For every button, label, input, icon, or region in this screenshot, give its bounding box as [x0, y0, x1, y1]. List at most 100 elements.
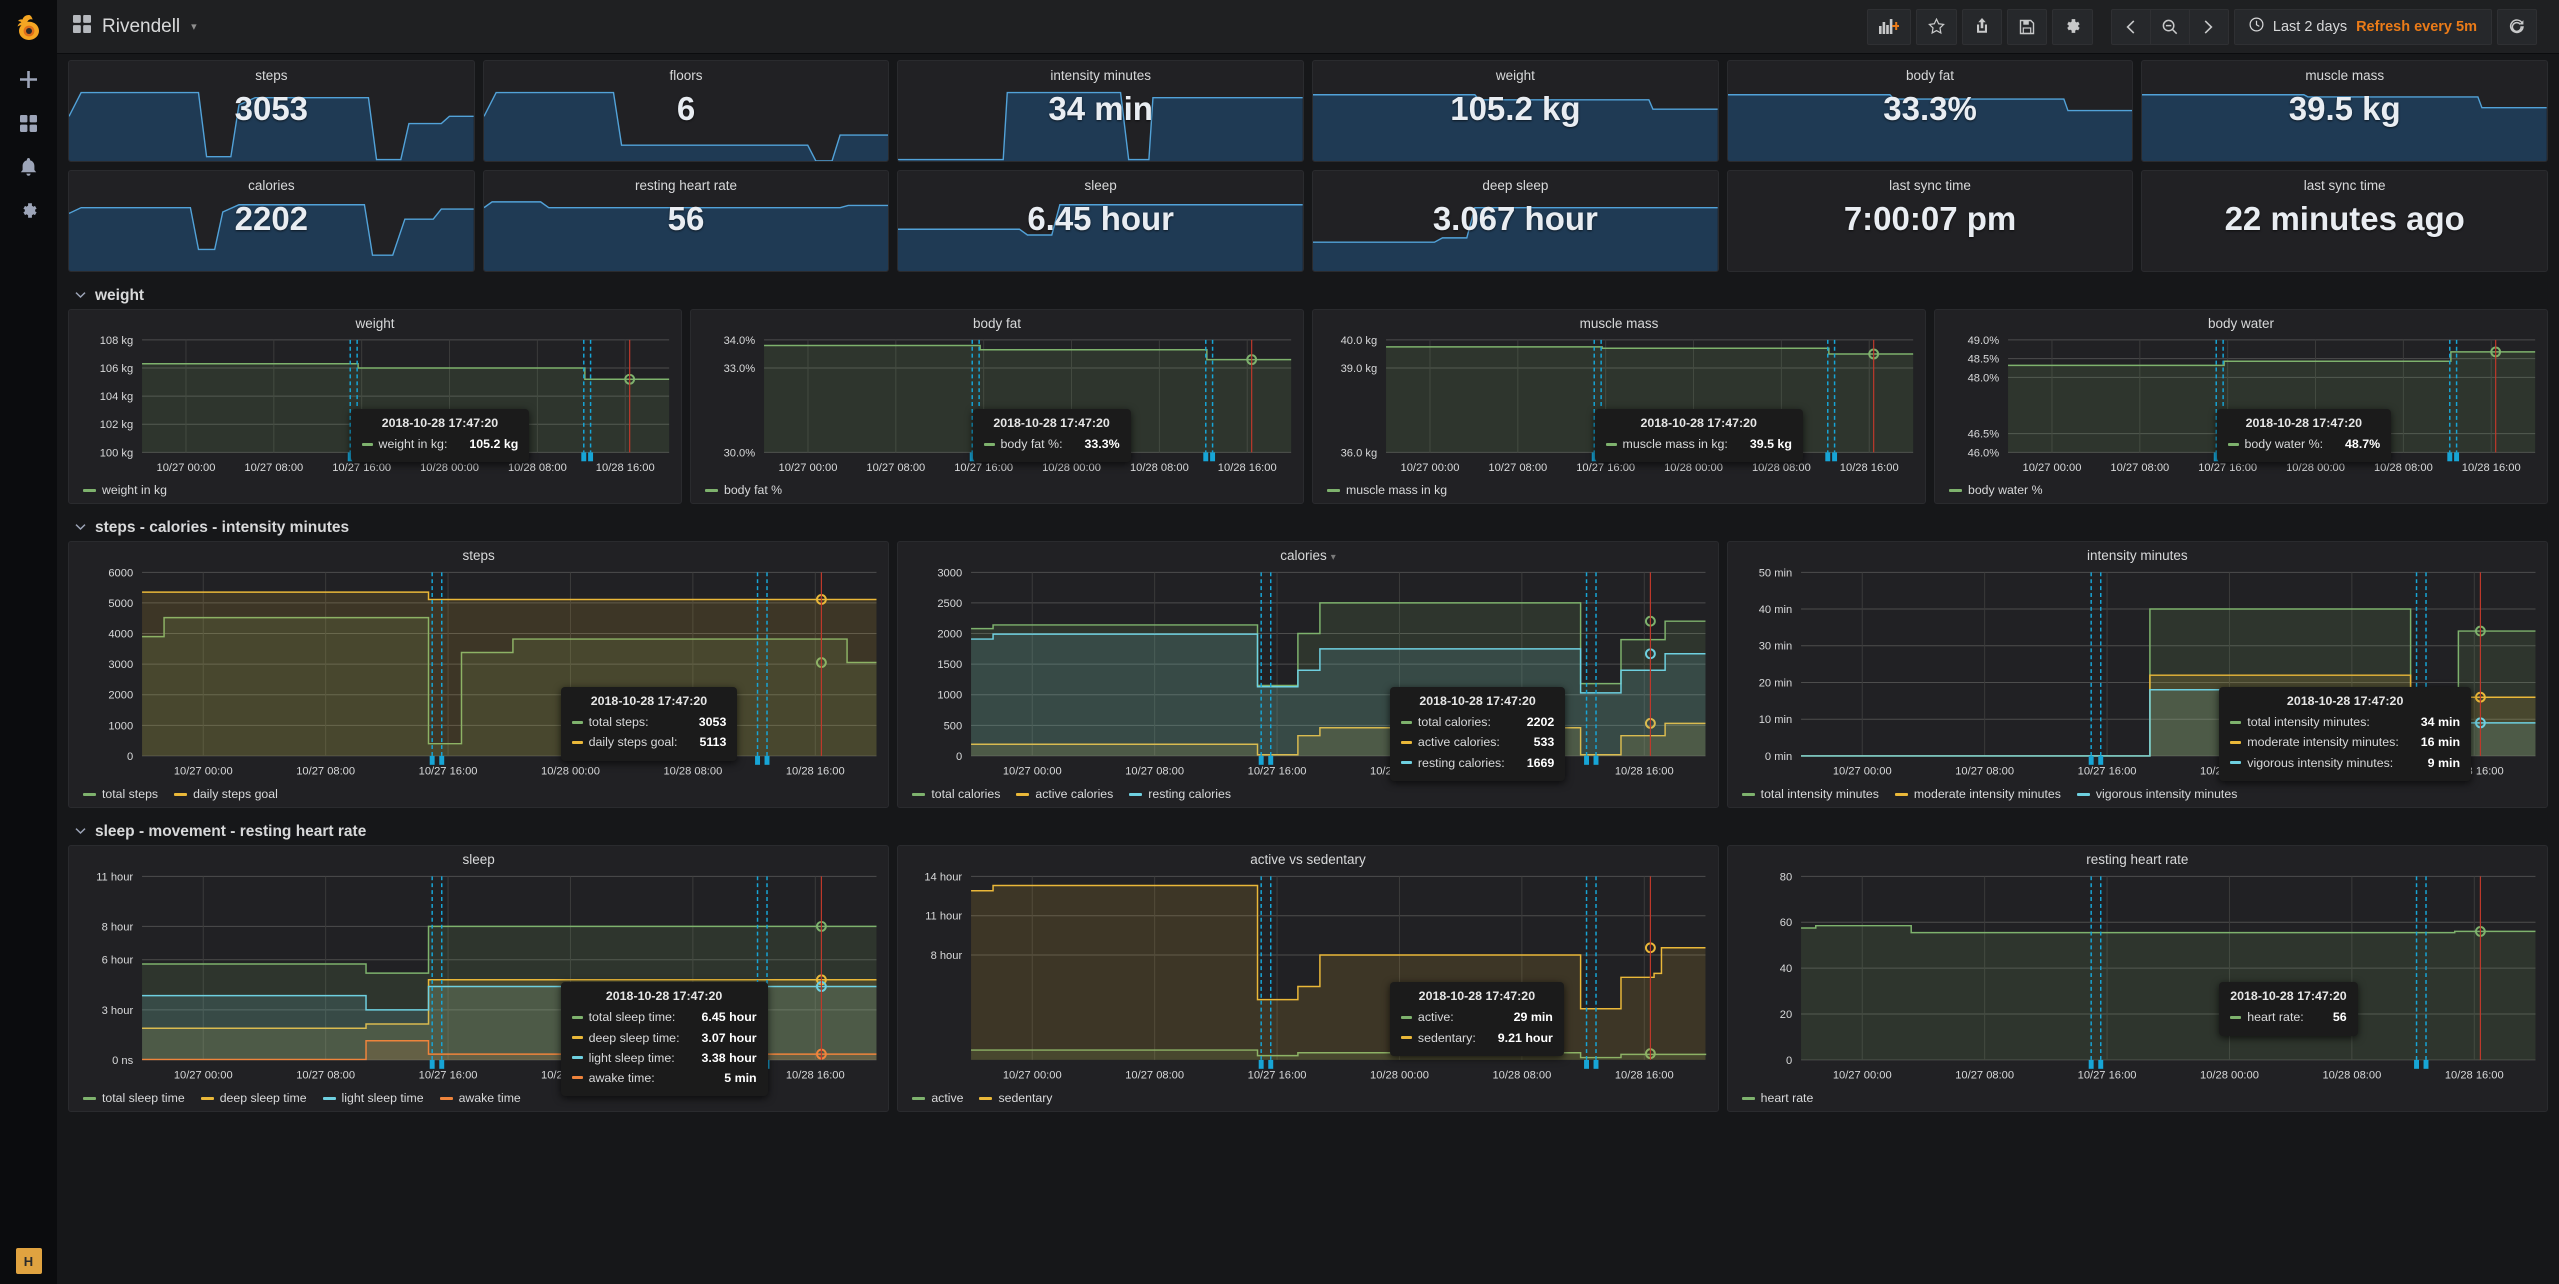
stat-panel-calories[interactable]: calories 2202	[68, 170, 475, 272]
save-button[interactable]	[2006, 8, 2047, 45]
legend-label: total intensity minutes	[1760, 787, 1879, 801]
svg-text:48.0%: 48.0%	[1968, 372, 2000, 384]
zoom-out-button[interactable]	[2149, 8, 2190, 45]
plot-area[interactable]: 0 500 1000 1500 2000 2500 3000 10/27 00:00 10/27…	[898, 563, 1717, 785]
graph-panel-sleep[interactable]: sleep 0 ns 3 hour 6 hour 8 hour 11 hour 10/27 …	[68, 845, 890, 1112]
stat-panel-floors[interactable]: floors 6	[482, 60, 890, 162]
graph-panel-steps[interactable]: steps 0 1000 2000 3000 4000 5000 6000 10/27 00:0…	[68, 541, 890, 808]
legend-item[interactable]: muscle mass in kg	[1327, 483, 1447, 497]
dashboard-grid-icon[interactable]	[73, 15, 91, 38]
legend: active sedentary	[898, 1089, 1717, 1111]
stat-panel-deep-sleep[interactable]: deep sleep 3.067 hour	[1312, 170, 1719, 272]
stat-title: calories	[248, 178, 295, 193]
legend-item[interactable]: vigorous intensity minutes	[2076, 787, 2237, 801]
stat-panel-body-fat[interactable]: body fat 33.3%	[1726, 60, 2134, 162]
svg-text:50 min: 50 min	[1758, 567, 1791, 579]
chevron-down-icon[interactable]	[75, 522, 86, 534]
legend-item[interactable]: awake time	[439, 1091, 521, 1105]
legend-item[interactable]: light sleep time	[322, 1091, 424, 1105]
graph-panel-muscle-mass[interactable]: muscle mass 36.0 kg 39.0 kg 40.0 kg 10/27 00…	[1312, 309, 1926, 504]
grafana-logo-icon[interactable]	[0, 0, 57, 57]
legend-item[interactable]: deep sleep time	[200, 1091, 307, 1105]
sidebar-item-configuration[interactable]	[0, 189, 57, 233]
plot-area[interactable]: 36.0 kg 39.0 kg 40.0 kg 10/27 00:00 10/27 08…	[1313, 331, 1925, 481]
legend-item[interactable]: body water %	[1949, 483, 2043, 497]
graph-panel-active-vs-sedentary[interactable]: active vs sedentary 8 hour 11 hour 14 hour 1…	[897, 845, 1719, 1112]
avatar[interactable]: H	[15, 1248, 42, 1274]
panel-title[interactable]: steps	[69, 542, 888, 563]
svg-text:500: 500	[944, 720, 963, 732]
time-range-picker[interactable]: Last 2 days Refresh every 5m	[2233, 8, 2492, 45]
panel-title[interactable]: body water	[1935, 310, 2547, 331]
stat-panel-last-sync-time[interactable]: last sync time 7:00:07 pm	[1726, 170, 2134, 272]
graph-panel-weight[interactable]: weight 100 kg 102 kg 104 kg 106 kg 108 kg 10/2…	[68, 309, 682, 504]
stat-panel-sleep[interactable]: sleep 6.45 hour	[897, 170, 1305, 272]
panel-title[interactable]: calories ▾	[898, 542, 1717, 563]
refresh-button[interactable]	[2497, 8, 2537, 45]
section-header-weight[interactable]: weight	[68, 280, 2548, 309]
plot-area[interactable]: 46.0% 46.5% 48.0% 48.5% 49.0% 10/27 00:00 10/2…	[1935, 331, 2547, 481]
stat-panel-intensity-minutes[interactable]: intensity minutes 34 min	[897, 60, 1305, 162]
stat-value: 6.45 hour	[1027, 200, 1175, 237]
panel-title[interactable]: intensity minutes	[1728, 542, 2547, 563]
chevron-down-icon[interactable]	[75, 290, 86, 302]
legend-item[interactable]: moderate intensity minutes	[1894, 787, 2061, 801]
plot-area[interactable]: 30.0% 33.0% 34.0% 10/27 00:00 10/27 08:00 10/…	[691, 331, 1303, 481]
graph-panel-resting-heart-rate[interactable]: resting heart rate 0 20 40 60 80 10/27 00:00 10…	[1726, 845, 2548, 1112]
plot-area[interactable]: 0 min 10 min 20 min 30 min 40 min 50 min 10/27…	[1728, 563, 2547, 785]
stat-panel-steps[interactable]: steps 3053	[68, 60, 475, 162]
panel-title-text: body water	[2207, 316, 2275, 331]
time-forward-button[interactable]	[2188, 8, 2229, 45]
sidebar-item-alerting[interactable]	[0, 145, 57, 189]
legend-item[interactable]: sedentary	[979, 1091, 1052, 1105]
svg-text:80: 80	[1779, 871, 1791, 883]
stat-panel-resting-heart-rate[interactable]: resting heart rate 56	[482, 170, 890, 272]
time-back-button[interactable]	[2110, 8, 2151, 45]
sidebar-item-dashboards[interactable]	[0, 101, 57, 145]
graph-panel-body-water[interactable]: body water 46.0% 46.5% 48.0% 48.5% 49.0% 10/27…	[1934, 309, 2548, 504]
chevron-down-icon[interactable]: ▾	[191, 20, 197, 33]
legend-item[interactable]: body fat %	[705, 483, 782, 497]
legend-item[interactable]: total sleep time	[83, 1091, 185, 1105]
plot-area[interactable]: 0 1000 2000 3000 4000 5000 6000 10/27 00:00 10/2…	[69, 563, 888, 785]
legend-item[interactable]: total calories	[912, 787, 1000, 801]
stat-panel-weight[interactable]: weight 105.2 kg	[1312, 60, 1719, 162]
settings-button[interactable]	[2051, 8, 2093, 45]
star-button[interactable]	[1915, 8, 1957, 45]
legend-item[interactable]: total steps	[83, 787, 158, 801]
plot-area[interactable]: 100 kg 102 kg 104 kg 106 kg 108 kg 10/27 00:0…	[69, 331, 681, 481]
sidebar-item-create[interactable]	[0, 57, 57, 101]
legend-item[interactable]: daily steps goal	[174, 787, 278, 801]
legend-item[interactable]: active	[912, 1091, 963, 1105]
plot-area[interactable]: 0 ns 3 hour 6 hour 8 hour 11 hour 10/27 00:00…	[69, 867, 888, 1096]
panel-title[interactable]: resting heart rate	[1728, 846, 2547, 867]
plot-area[interactable]: 0 20 40 60 80 10/27 00:00 10/27 08:00 10/27 16:…	[1728, 867, 2547, 1089]
section-header-sleep[interactable]: sleep - movement - resting heart rate	[68, 816, 2548, 845]
chevron-down-icon[interactable]: ▾	[1331, 552, 1336, 563]
page-title[interactable]: Rivendell	[102, 16, 180, 38]
panel-title[interactable]: body fat	[691, 310, 1303, 331]
legend-item[interactable]: active calories	[1016, 787, 1113, 801]
panel-title[interactable]: sleep	[69, 846, 888, 867]
legend-label: body water %	[1968, 483, 2043, 497]
stat-panel-last-sync-time[interactable]: last sync time 22 minutes ago	[2141, 170, 2549, 272]
svg-text:10/27 16:00: 10/27 16:00	[419, 766, 478, 778]
chevron-down-icon[interactable]	[75, 826, 86, 838]
stat-panel-muscle-mass[interactable]: muscle mass 39.5 kg	[2141, 60, 2549, 162]
svg-text:10/28 16:00: 10/28 16:00	[786, 766, 845, 778]
graph-panel-intensity-minutes[interactable]: intensity minutes 0 min 10 min 20 min 30 min…	[1726, 541, 2548, 808]
graph-panel-body-fat[interactable]: body fat 30.0% 33.0% 34.0% 10/27 00:00 10/27 …	[690, 309, 1304, 504]
legend-item[interactable]: total intensity minutes	[1741, 787, 1879, 801]
svg-text:3 hour: 3 hour	[102, 1005, 134, 1017]
plot-area[interactable]: 8 hour 11 hour 14 hour 10/27 00:00 10/27 08:…	[898, 867, 1717, 1089]
legend-item[interactable]: heart rate	[1741, 1091, 1813, 1105]
section-header-steps[interactable]: steps - calories - intensity minutes	[68, 512, 2548, 541]
panel-title[interactable]: active vs sedentary	[898, 846, 1717, 867]
legend-item[interactable]: resting calories	[1129, 787, 1231, 801]
panel-title[interactable]: muscle mass	[1313, 310, 1925, 331]
panel-title[interactable]: weight	[69, 310, 681, 331]
graph-panel-calories[interactable]: calories ▾ 0 500 1000 1500 2000 2500 3000 10/27 0…	[897, 541, 1719, 808]
share-button[interactable]	[1961, 8, 2002, 45]
legend-item[interactable]: weight in kg	[83, 483, 167, 497]
add-panel-button[interactable]	[1866, 8, 1911, 45]
